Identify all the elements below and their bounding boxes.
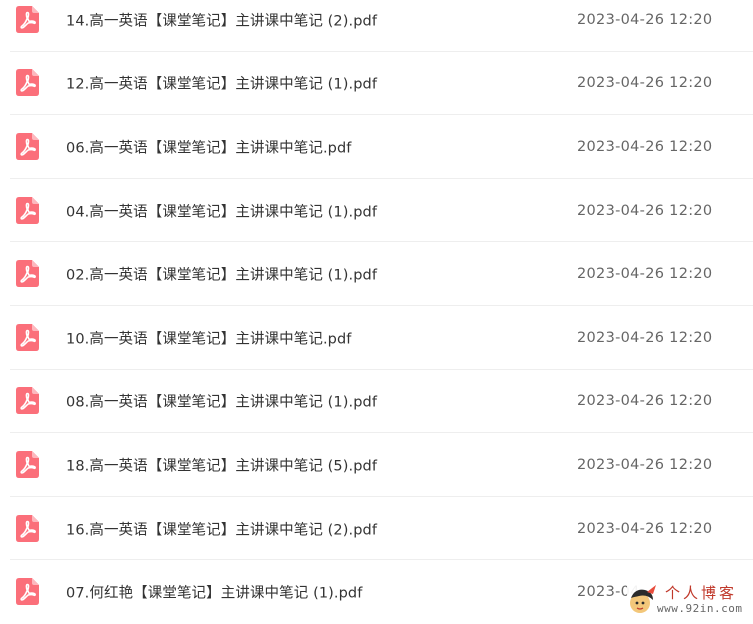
pdf-icon — [16, 450, 39, 478]
file-row[interactable]: 08.高一英语【课堂笔记】主讲课中笔记 (1).pdf 2023-04-26 1… — [0, 370, 753, 434]
watermark-domain: www.92in.com — [657, 602, 743, 615]
file-row[interactable]: 04.高一英语【课堂笔记】主讲课中笔记 (1).pdf 2023-04-26 1… — [0, 179, 753, 243]
pdf-icon — [16, 260, 39, 288]
file-name[interactable]: 16.高一英语【课堂笔记】主讲课中笔记 (2).pdf — [66, 518, 377, 539]
pdf-icon — [16, 69, 39, 97]
file-name[interactable]: 08.高一英语【课堂笔记】主讲课中笔记 (1).pdf — [66, 391, 377, 412]
file-name[interactable]: 04.高一英语【课堂笔记】主讲课中笔记 (1).pdf — [66, 200, 377, 221]
file-time: 2023-04-26 12:20 — [577, 266, 713, 283]
file-time: 2023-04-26 12:20 — [577, 202, 713, 219]
file-row[interactable]: 18.高一英语【课堂笔记】主讲课中笔记 (5).pdf 2023-04-26 1… — [0, 433, 753, 497]
pdf-icon — [16, 5, 39, 33]
file-time: 2023-04-26 12:20 — [577, 11, 713, 28]
file-time: 2023-04-26 12:20 — [577, 329, 713, 346]
pdf-icon — [16, 578, 39, 606]
file-time: 2023-04-26 12:20 — [577, 520, 713, 537]
file-time: 2023-04-26 12:20 — [577, 75, 713, 92]
file-name[interactable]: 02.高一英语【课堂笔记】主讲课中笔记 (1).pdf — [66, 264, 377, 285]
pdf-icon — [16, 323, 39, 351]
file-name[interactable]: 14.高一英语【课堂笔记】主讲课中笔记 (2).pdf — [66, 9, 377, 30]
file-time: 2023-04-26 12:20 — [577, 393, 713, 410]
file-row[interactable]: 16.高一英语【课堂笔记】主讲课中笔记 (2).pdf 2023-04-26 1… — [0, 497, 753, 561]
pdf-icon — [16, 514, 39, 542]
pdf-icon — [16, 132, 39, 160]
file-time: 2023-04-26 12:20 — [577, 138, 713, 155]
file-name[interactable]: 07.何红艳【课堂笔记】主讲课中笔记 (1).pdf — [66, 582, 362, 603]
watermark: 个人博客 www.92in.com — [627, 580, 753, 622]
file-name[interactable]: 18.高一英语【课堂笔记】主讲课中笔记 (5).pdf — [66, 454, 377, 475]
file-name[interactable]: 10.高一英语【课堂笔记】主讲课中笔记.pdf — [66, 327, 351, 348]
file-row[interactable]: 02.高一英语【课堂笔记】主讲课中笔记 (1).pdf 2023-04-26 1… — [0, 242, 753, 306]
file-row[interactable]: 06.高一英语【课堂笔记】主讲课中笔记.pdf 2023-04-26 12:20 — [0, 115, 753, 179]
watermark-title: 个人博客 — [665, 584, 738, 602]
blog-logo-icon — [627, 584, 657, 616]
pdf-icon — [16, 196, 39, 224]
file-list: 14.高一英语【课堂笔记】主讲课中笔记 (2).pdf 2023-04-26 1… — [0, 0, 753, 622]
file-time: 2023-04-26 12:20 — [577, 456, 713, 473]
file-row[interactable]: 10.高一英语【课堂笔记】主讲课中笔记.pdf 2023-04-26 12:20 — [0, 306, 753, 370]
file-row[interactable]: 12.高一英语【课堂笔记】主讲课中笔记 (1).pdf 2023-04-26 1… — [0, 52, 753, 116]
pdf-icon — [16, 387, 39, 415]
file-row[interactable]: 14.高一英语【课堂笔记】主讲课中笔记 (2).pdf 2023-04-26 1… — [0, 0, 753, 52]
file-name[interactable]: 12.高一英语【课堂笔记】主讲课中笔记 (1).pdf — [66, 73, 377, 94]
file-name[interactable]: 06.高一英语【课堂笔记】主讲课中笔记.pdf — [66, 136, 351, 157]
